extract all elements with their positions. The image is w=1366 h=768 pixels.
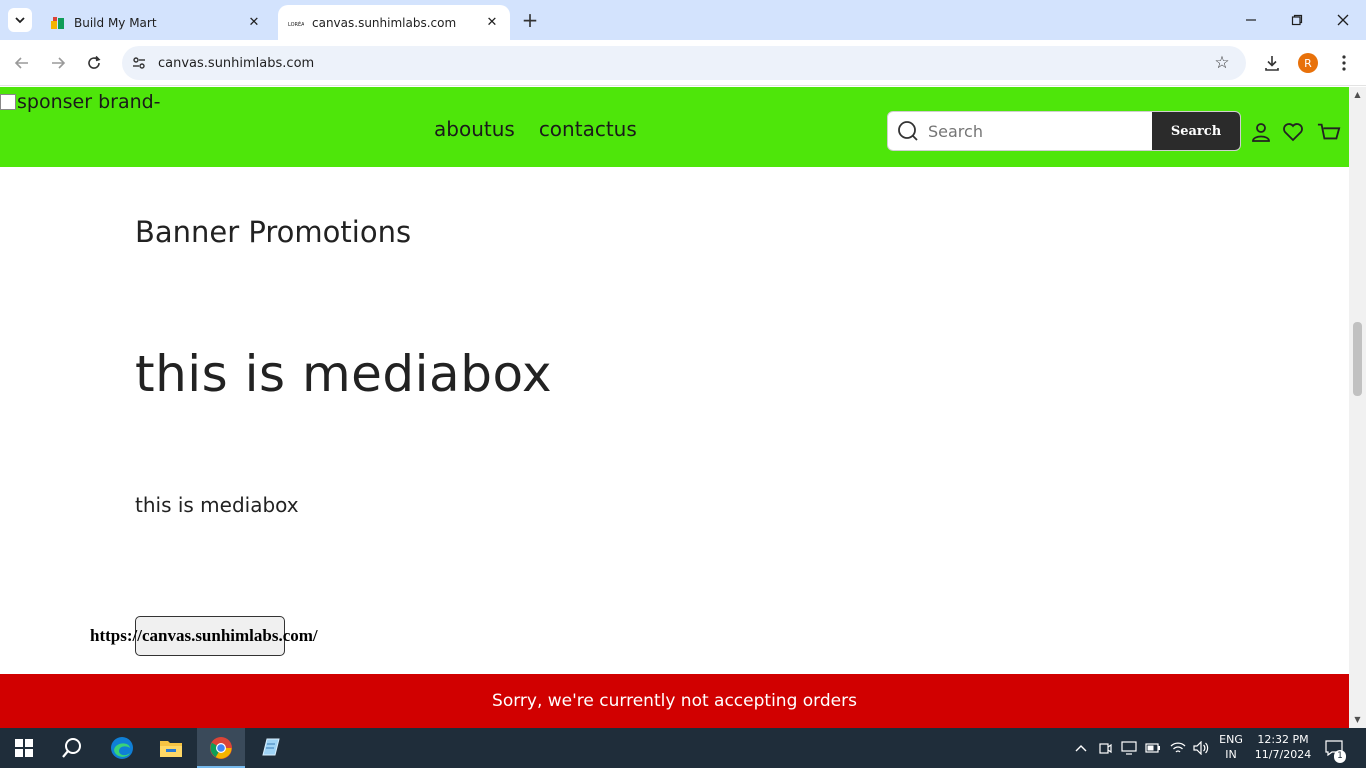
user-account-icon[interactable] [1249,120,1273,144]
new-tab-button[interactable]: + [519,8,541,32]
taskbar-search-icon[interactable] [48,728,96,768]
mediabox-heading: this is mediabox [135,345,553,403]
profile-avatar[interactable]: R [1296,51,1320,75]
order-notice-text: Sorry, we're currently not accepting ord… [492,691,857,711]
nav-link-contactus[interactable]: contactus [539,117,637,141]
device-sync-icon[interactable] [1119,738,1139,758]
brand-alt-text: sponser brand- [17,91,161,113]
broken-image-icon [0,94,16,110]
profile-initial: R [1298,53,1318,73]
more-menu-icon[interactable] [1332,51,1356,75]
scroll-down-icon[interactable]: ▼ [1353,715,1362,724]
address-bar[interactable]: canvas.sunhimlabs.com ☆ [122,46,1246,80]
mediabox-link-text[interactable]: https://canvas.sunhimlabs.com/ [90,626,318,646]
minimize-icon[interactable] [1239,8,1263,32]
forward-arrow-icon[interactable] [46,51,70,75]
wishlist-heart-icon[interactable] [1281,120,1305,144]
file-explorer-icon[interactable] [147,728,195,768]
main-nav: aboutus contactus [434,117,637,141]
order-notice-bar: Sorry, we're currently not accepting ord… [0,674,1349,728]
search-input[interactable] [928,112,1152,150]
download-icon[interactable] [1260,51,1284,75]
close-icon[interactable]: ✕ [246,15,262,31]
mart-favicon-icon [51,16,64,29]
section-title: Banner Promotions [135,215,412,249]
browser-toolbar: canvas.sunhimlabs.com ☆ R [0,40,1366,86]
close-icon[interactable]: ✕ [484,15,500,31]
tab-search-button[interactable] [8,8,32,32]
sponsor-brand-logo[interactable]: sponser brand- [0,91,161,113]
notification-count-badge: 1 [1334,750,1346,763]
region-code: IN [1225,748,1237,761]
clock-date: 11/7/2024 [1254,748,1312,761]
restore-icon[interactable] [1285,8,1309,32]
windows-taskbar: ENG IN 12:32 PM 11/7/2024 1 [0,728,1366,768]
volume-icon[interactable] [1191,738,1211,758]
site-header: sponser brand- aboutus contactus Search [0,87,1349,167]
bookmark-star-icon[interactable]: ☆ [1210,51,1234,75]
url-text[interactable]: canvas.sunhimlabs.com [158,56,1210,71]
tab-canvas[interactable]: LORÉAL canvas.sunhimlabs.com ✕ [278,5,510,40]
search-icon [888,112,928,150]
tab-title: Build My Mart [74,15,157,30]
chevron-down-icon [15,17,25,24]
page-scrollbar[interactable]: ▲ ▼ [1349,87,1366,728]
start-button[interactable] [0,728,48,768]
clock-time: 12:32 PM [1257,733,1309,746]
search-bar: Search [887,111,1241,151]
cart-basket-icon[interactable] [1317,120,1341,144]
show-hidden-icons-chevron-icon[interactable] [1071,738,1091,758]
language-indicator[interactable]: ENG IN [1215,732,1247,762]
scroll-thumb[interactable] [1353,322,1362,396]
edge-browser-icon[interactable] [98,728,146,768]
notepad-app-icon[interactable] [246,728,294,768]
chrome-icon[interactable] [197,728,245,768]
nav-link-aboutus[interactable]: aboutus [434,117,515,141]
back-arrow-icon[interactable] [10,51,34,75]
search-button[interactable]: Search [1152,112,1240,150]
site-settings-icon[interactable] [126,50,152,76]
tab-build-my-mart[interactable]: Build My Mart ✕ [40,5,272,40]
mediabox-text: this is mediabox [135,493,299,517]
tab-title: canvas.sunhimlabs.com [312,15,457,30]
windows-logo-icon [15,739,33,757]
meet-now-icon[interactable] [1095,738,1115,758]
language-code: ENG [1219,733,1243,746]
wifi-icon[interactable] [1168,738,1188,758]
reload-icon[interactable] [82,51,106,75]
page-viewport: sponser brand- aboutus contactus Search … [0,87,1349,728]
loreal-favicon-icon: LORÉAL [288,20,304,28]
svg-text:LORÉAL: LORÉAL [288,20,304,28]
window-close-icon[interactable] [1331,8,1355,32]
scroll-up-icon[interactable]: ▲ [1353,90,1362,99]
battery-icon[interactable] [1143,738,1163,758]
browser-tabstrip: Build My Mart ✕ LORÉAL canvas.sunhimlabs… [0,0,1366,40]
clock[interactable]: 12:32 PM 11/7/2024 [1252,732,1314,762]
